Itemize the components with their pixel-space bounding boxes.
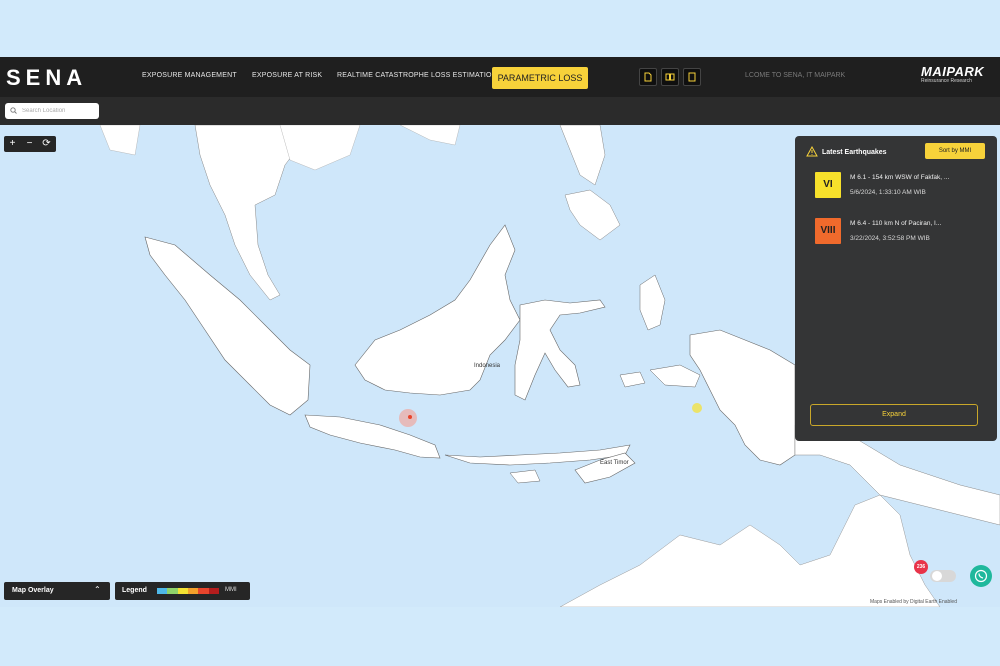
map-credit: Maps Enabled by Digital Earth Enabled xyxy=(870,599,957,605)
brand-name: MAIPARK xyxy=(921,64,985,79)
earthquake-marker-fakfak[interactable] xyxy=(692,403,702,413)
map-label-east-timor: East Timor xyxy=(600,460,629,466)
document-button[interactable] xyxy=(639,68,657,86)
book-icon xyxy=(665,73,675,81)
nav-exposure-management[interactable]: EXPOSURE MANAGEMENT xyxy=(142,72,237,79)
legend-swatch xyxy=(198,588,209,594)
chevron-up-icon: ⌃ xyxy=(94,585,101,594)
mmi-legend: Legend MMI xyxy=(115,582,250,600)
warning-icon xyxy=(806,146,818,157)
latest-earthquakes-panel: Latest Earthquakes Sort by MMI VI M 6.1 … xyxy=(795,136,997,441)
zoom-controls: + − ⟳ xyxy=(4,136,56,152)
sort-by-mmi-button[interactable]: Sort by MMI xyxy=(925,143,985,159)
legend-swatch xyxy=(208,588,219,594)
earthquake-description: M 6.1 - 154 km WSW of Fakfak, ... xyxy=(850,174,950,181)
legend-color-scale xyxy=(157,588,219,594)
mmi-badge: VI xyxy=(815,172,841,198)
reset-view-button[interactable]: ⟳ xyxy=(38,136,55,152)
search-bar xyxy=(0,97,1000,125)
sena-logo: SENA xyxy=(6,65,88,90)
earthquake-marker-java-sea[interactable] xyxy=(399,409,417,427)
zoom-in-button[interactable]: + xyxy=(4,136,21,152)
legend-swatch xyxy=(157,588,168,594)
maipark-brand: MAIPARK Reinsurance Research xyxy=(921,64,984,84)
nav-exposure-at-risk[interactable]: EXPOSURE AT RISK xyxy=(252,72,322,79)
earthquake-time: 3/22/2024, 3:52:58 PM WIB xyxy=(850,235,930,242)
app-window: SENA EXPOSURE MANAGEMENT EXPOSURE AT RIS… xyxy=(0,57,1000,607)
whatsapp-button[interactable] xyxy=(970,565,992,587)
toggle-knob xyxy=(932,571,942,581)
book-button[interactable] xyxy=(661,68,679,86)
legend-unit: MMI xyxy=(225,587,237,593)
legend-swatch xyxy=(167,588,178,594)
top-navigation-bar: SENA EXPOSURE MANAGEMENT EXPOSURE AT RIS… xyxy=(0,57,1000,97)
search-icon xyxy=(10,107,17,114)
tablet-icon xyxy=(688,72,696,82)
legend-swatch xyxy=(177,588,188,594)
earthquake-list-item[interactable]: VIII M 6.4 - 110 km N of Paciran, I... 3… xyxy=(815,218,985,252)
expand-button[interactable]: Expand xyxy=(810,404,978,426)
legend-swatch xyxy=(187,588,199,594)
search-input[interactable] xyxy=(22,105,96,116)
mmi-badge: VIII xyxy=(815,218,841,244)
notification-badge[interactable]: 236 xyxy=(914,560,928,574)
zoom-out-button[interactable]: − xyxy=(21,136,38,152)
nav-realtime-loss-estimation[interactable]: REALTIME CATASTROPHE LOSS ESTIMATION xyxy=(337,72,497,79)
earthquake-epicenter-java-sea xyxy=(408,415,412,419)
whatsapp-icon xyxy=(974,569,988,583)
document-icon xyxy=(644,72,652,82)
search-box[interactable] xyxy=(5,103,99,119)
map-overlay-dropdown[interactable]: Map Overlay ⌃ xyxy=(4,582,110,600)
earthquake-time: 5/6/2024, 1:33:10 AM WIB xyxy=(850,189,926,196)
legend-label: Legend xyxy=(122,587,147,594)
tablet-button[interactable] xyxy=(683,68,701,86)
panel-title: Latest Earthquakes xyxy=(822,149,887,156)
map-label-indonesia: Indonesia xyxy=(474,363,501,369)
earthquake-description: M 6.4 - 110 km N of Paciran, I... xyxy=(850,220,942,227)
layer-toggle-switch[interactable] xyxy=(930,570,956,582)
welcome-text: LCOME TO SENA, IT MAIPARK xyxy=(745,72,846,79)
map-overlay-label: Map Overlay xyxy=(12,587,54,594)
earthquake-list-item[interactable]: VI M 6.1 - 154 km WSW of Fakfak, ... 5/6… xyxy=(815,172,985,206)
nav-parametric-loss[interactable]: PARAMETRIC LOSS xyxy=(492,67,588,89)
